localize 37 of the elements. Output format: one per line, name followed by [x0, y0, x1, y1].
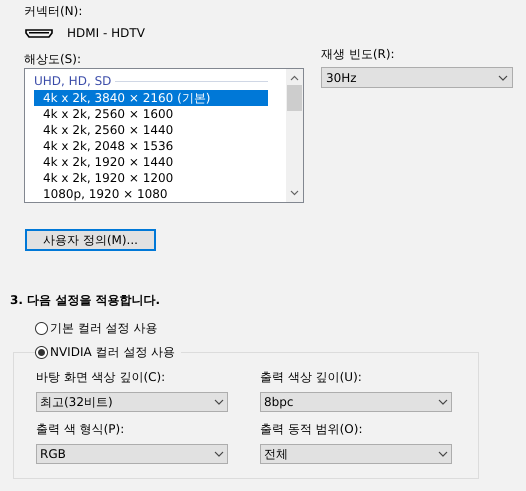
dropdown[interactable]: 최고(32비트)	[36, 392, 228, 412]
dropdown[interactable]: 8bpc	[260, 392, 452, 412]
radio-circle-icon[interactable]	[35, 346, 48, 358]
scrollbar[interactable]	[286, 69, 303, 202]
scroll-up-icon[interactable]	[290, 75, 299, 81]
resolution-list[interactable]: UHD, HD, SD 4k x 2k, 3840 × 2160 (기본) 4k x 2k, 2560 × 1600 4k x 2k, 2560 × 1440 4k x 2k, 2048 × 1536 4k x 2k, 1920 × 1440 4k x 2k, 1920 × 1200 1080p, 1920 × 1080	[24, 68, 304, 203]
chevron-down-icon	[498, 74, 508, 80]
resolution-label: 해상도(S):	[24, 51, 82, 68]
chevron-down-icon	[438, 399, 448, 405]
connector-label: 커넥터(N):	[24, 3, 84, 20]
list-item[interactable]: 4k x 2k, 1920 × 1200	[34, 170, 268, 186]
section-heading: 3. 다음 설정을 적용합니다.	[10, 292, 160, 309]
list-item[interactable]: 4k x 2k, 3840 × 2160 (기본)	[34, 90, 268, 106]
dropdown[interactable]: 전체	[260, 444, 452, 464]
radio-button[interactable]: NVIDIA 컬러 설정 사용	[35, 343, 176, 361]
dropdown[interactable]: RGB	[36, 444, 228, 464]
scroll-down-icon[interactable]	[290, 190, 299, 196]
refresh-rate-label: 재생 빈도(R):	[321, 46, 395, 63]
field-label: 출력 동적 범위(O):	[260, 421, 364, 438]
chevron-down-icon	[438, 451, 448, 457]
hdmi-port-icon	[25, 28, 53, 38]
custom-button[interactable]: 사용자 정의(M)...	[25, 229, 156, 251]
list-item[interactable]: 4k x 2k, 2560 × 1600	[34, 106, 268, 122]
refresh-rate-dropdown[interactable]: 30Hz	[321, 67, 513, 88]
list-item[interactable]: 4k x 2k, 1920 × 1440	[34, 154, 268, 170]
group-header: UHD, HD, SD	[34, 73, 112, 90]
list-item[interactable]: 4k x 2k, 2560 × 1440	[34, 122, 268, 138]
field-label: 출력 색 형식(P):	[36, 421, 126, 438]
chevron-down-icon	[214, 399, 224, 405]
connector-value: HDMI - HDTV	[67, 25, 145, 42]
list-item[interactable]: 4k x 2k, 2048 × 1536	[34, 138, 268, 154]
radio-button[interactable]: 기본 컬러 설정 사용	[35, 319, 158, 337]
list-item[interactable]: 1080p, 1920 × 1080	[34, 186, 268, 202]
chevron-down-icon	[214, 451, 224, 457]
scroll-thumb[interactable]	[287, 85, 302, 111]
field-label: 바탕 화면 색상 깊이(C):	[36, 369, 166, 386]
field-label: 출력 색상 깊이(U):	[260, 369, 363, 386]
